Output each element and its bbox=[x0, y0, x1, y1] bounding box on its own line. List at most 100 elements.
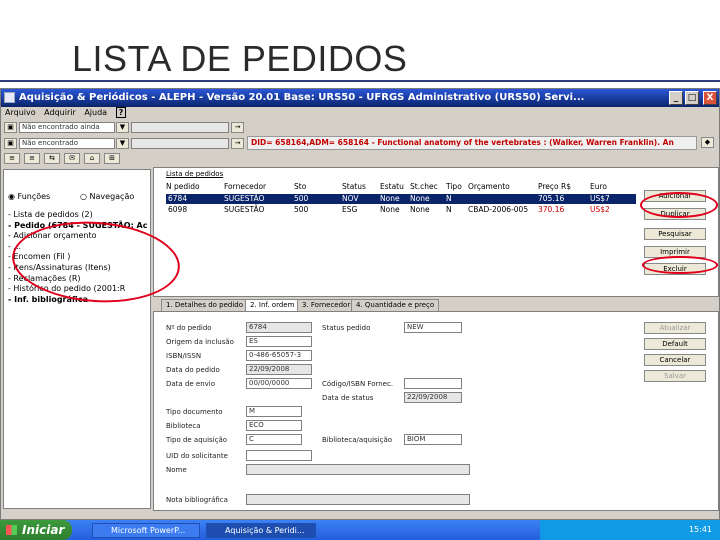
label-origem: Origem da inclusão bbox=[166, 338, 234, 346]
field-2a[interactable] bbox=[131, 122, 229, 133]
label-n-pedido: Nº do pedido bbox=[166, 324, 212, 332]
system-tray: 15:41 bbox=[540, 520, 720, 540]
bib-aquisicao-field[interactable]: BIOM bbox=[404, 434, 462, 445]
cell: None bbox=[410, 194, 430, 203]
found-field[interactable]: Não encontrado bbox=[19, 138, 115, 149]
col-status[interactable]: Status bbox=[342, 182, 366, 191]
col-euro[interactable]: Euro bbox=[590, 182, 607, 191]
nav-icon[interactable]: ◆ bbox=[701, 137, 714, 148]
data-envio-field[interactable]: 00/00/0000 bbox=[246, 378, 312, 389]
tool-icon-a[interactable]: ≡ bbox=[4, 153, 20, 164]
radio-funcoes-label: Funções bbox=[17, 192, 51, 201]
cell: 500 bbox=[294, 205, 309, 214]
tool-icon-e[interactable]: ⌂ bbox=[84, 153, 100, 164]
arrow-button-1[interactable]: → bbox=[231, 122, 244, 133]
data-pedido-field[interactable]: 22/09/2008 bbox=[246, 364, 312, 375]
data-status-field[interactable]: 22/09/2008 bbox=[404, 392, 462, 403]
close-button[interactable]: X bbox=[703, 91, 717, 105]
tab-detalhes[interactable]: 1. Detalhes do pedido bbox=[161, 299, 249, 311]
col-sto[interactable]: Sto bbox=[294, 182, 306, 191]
label-uid: UID do solicitante bbox=[166, 452, 228, 460]
tab-inf-ordem[interactable]: 2. Inf. ordem bbox=[245, 299, 300, 311]
arrow-button-2[interactable]: → bbox=[231, 138, 244, 149]
radio-funcoes[interactable]: ◉ Funções bbox=[8, 192, 50, 201]
cell: 370.16 bbox=[538, 205, 565, 214]
cell: NOV bbox=[342, 194, 359, 203]
menu-bar: Arquivo Adquirir Ajuda ? bbox=[1, 107, 719, 121]
nota-field[interactable] bbox=[246, 494, 470, 505]
tab-fornecedor[interactable]: 3. Fornecedor bbox=[297, 299, 356, 311]
cell: ESG bbox=[342, 205, 358, 214]
title-rule bbox=[0, 80, 720, 82]
clock[interactable]: 15:41 bbox=[689, 525, 712, 534]
default-button[interactable]: Default bbox=[644, 338, 706, 350]
tool-icon-d[interactable]: ✉ bbox=[64, 153, 80, 164]
dropdown-2[interactable]: ▼ bbox=[116, 138, 129, 149]
tipo-aquisicao-field[interactable]: C bbox=[246, 434, 302, 445]
label-status-pedido: Status pedido bbox=[322, 324, 371, 332]
label-cod-forn: Código/ISBN Fornec. bbox=[322, 380, 394, 388]
start-button[interactable]: Iniciar bbox=[0, 520, 72, 540]
cell: US$2 bbox=[590, 205, 610, 214]
tool-icon-c[interactable]: ⇆ bbox=[44, 153, 60, 164]
label-biblioteca: Biblioteca bbox=[166, 422, 201, 430]
app-icon bbox=[4, 92, 15, 103]
radio-navegacao[interactable]: ○ Navegação bbox=[80, 192, 134, 201]
col-orcamento[interactable]: Orçamento bbox=[468, 182, 510, 191]
cod-forn-field[interactable] bbox=[404, 378, 462, 389]
task-aleph[interactable]: Aquisição & Peridi... bbox=[206, 523, 316, 538]
record-banner: DID= 658164,ADM= 658164 - Functional ana… bbox=[247, 136, 697, 150]
atualizar-button[interactable]: Atualizar bbox=[644, 322, 706, 334]
n-pedido-field[interactable]: 6784 bbox=[246, 322, 312, 333]
origem-field[interactable]: ES bbox=[246, 336, 312, 347]
biblioteca-field[interactable]: ECO bbox=[246, 420, 302, 431]
status-field[interactable]: Não encontrado ainda bbox=[19, 122, 115, 133]
tab-quantidade[interactable]: 4. Quantidade e preço bbox=[351, 299, 440, 311]
uid-field[interactable] bbox=[246, 450, 312, 461]
col-stchec[interactable]: St.chec bbox=[410, 182, 438, 191]
label-bib-aquisicao: Biblioteca/aquisição bbox=[322, 436, 393, 444]
taskbar: Iniciar Microsoft PowerP... Aquisição & … bbox=[0, 520, 720, 540]
toolbar-icon-2[interactable]: ▣ bbox=[4, 138, 17, 149]
tree-item-lista[interactable]: - Lista de pedidos (2) bbox=[8, 210, 147, 221]
order-list-panel: Lista de pedidos N pedido Fornecedor Sto… bbox=[153, 167, 719, 297]
isbn-field[interactable]: 0-486-65057-3 bbox=[246, 350, 312, 361]
maximize-button[interactable]: □ bbox=[685, 91, 699, 105]
label-data-pedido: Data do pedido bbox=[166, 366, 220, 374]
task-powerpoint[interactable]: Microsoft PowerP... bbox=[92, 523, 200, 538]
table-row[interactable]: 6784 SUGESTÃO 500 NOV None None N 705.16… bbox=[166, 194, 636, 204]
col-preco[interactable]: Preço R$ bbox=[538, 182, 571, 191]
app-window: Aquisição & Periódicos - ALEPH - Versão … bbox=[0, 88, 720, 520]
start-label: Iniciar bbox=[22, 523, 65, 537]
dropdown-1[interactable]: ▼ bbox=[116, 122, 129, 133]
help-icon[interactable]: ? bbox=[115, 107, 127, 118]
highlight-oval-excluir bbox=[642, 256, 718, 274]
tool-icon-f[interactable]: ⊞ bbox=[104, 153, 120, 164]
col-tipo[interactable]: Tipo bbox=[446, 182, 462, 191]
field-2b[interactable] bbox=[131, 138, 229, 149]
toolbar-icon-1[interactable]: ▣ bbox=[4, 122, 17, 133]
cancelar-button[interactable]: Cancelar bbox=[644, 354, 706, 366]
col-fornecedor[interactable]: Fornecedor bbox=[224, 182, 266, 191]
tool-icon-b[interactable]: ≡ bbox=[24, 153, 40, 164]
menu-adquirir[interactable]: Adquirir bbox=[44, 108, 76, 117]
label-tipo-doc: Tipo documento bbox=[166, 408, 223, 416]
tab-lista-pedidos[interactable]: Lista de pedidos bbox=[166, 170, 223, 178]
label-nome: Nome bbox=[166, 466, 187, 474]
col-estatu[interactable]: Estatu bbox=[380, 182, 404, 191]
salvar-button[interactable]: Salvar bbox=[644, 370, 706, 382]
cell: SUGESTÃO bbox=[224, 194, 265, 203]
menu-ajuda[interactable]: Ajuda bbox=[84, 108, 107, 117]
cell: None bbox=[410, 205, 430, 214]
tipo-doc-field[interactable]: M bbox=[246, 406, 302, 417]
pesquisar-button[interactable]: Pesquisar bbox=[644, 228, 706, 240]
menu-arquivo[interactable]: Arquivo bbox=[5, 108, 36, 117]
label-data-status: Data de status bbox=[322, 394, 374, 402]
status-pedido-field[interactable]: NEW bbox=[404, 322, 462, 333]
minimize-button[interactable]: _ bbox=[669, 91, 683, 105]
title-bar: Aquisição & Periódicos - ALEPH - Versão … bbox=[1, 89, 719, 107]
nome-field[interactable] bbox=[246, 464, 470, 475]
label-nota: Nota bibliográfica bbox=[166, 496, 228, 504]
col-n-pedido[interactable]: N pedido bbox=[166, 182, 200, 191]
table-row[interactable]: 6098 SUGESTÃO 500 ESG None None N CBAD-2… bbox=[166, 205, 636, 215]
